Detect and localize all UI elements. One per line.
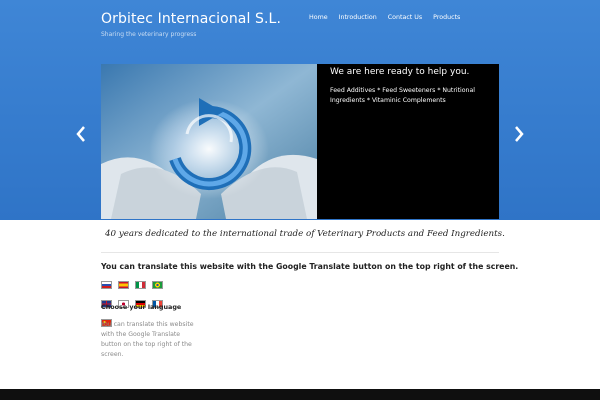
nav-item-products[interactable]: Products bbox=[433, 14, 460, 21]
site-tagline: Sharing the veterinary progress bbox=[101, 31, 197, 38]
flag-italian-icon[interactable] bbox=[135, 281, 147, 289]
translate-heading: You can translate this website with the … bbox=[101, 262, 519, 271]
flag-portuguese-icon[interactable] bbox=[152, 281, 164, 289]
slider-next-button[interactable] bbox=[512, 124, 526, 144]
caption-title: We are here ready to help you. bbox=[330, 67, 470, 77]
translate-note: You can translate this website with the … bbox=[101, 321, 194, 358]
nav-item-introduction[interactable]: Introduction bbox=[339, 14, 377, 21]
slide-caption: We are here ready to help you. Feed Addi… bbox=[317, 64, 499, 219]
hands-refresh-illustration bbox=[101, 64, 317, 219]
flag-spanish-icon[interactable] bbox=[118, 281, 130, 289]
nav-item-contact-us[interactable]: Contact Us bbox=[388, 14, 422, 21]
flag-russian-icon[interactable] bbox=[101, 281, 112, 289]
hero-slider[interactable]: We are here ready to help you. Feed Addi… bbox=[101, 64, 499, 219]
nav-item-home[interactable]: Home bbox=[309, 14, 328, 21]
chevron-right-icon bbox=[515, 126, 524, 142]
slider-prev-button[interactable] bbox=[74, 124, 88, 144]
choose-language-label: Choose your language bbox=[101, 303, 182, 311]
slide-image bbox=[101, 64, 317, 219]
divider bbox=[101, 252, 499, 253]
chevron-left-icon bbox=[76, 126, 85, 142]
site-title[interactable]: Orbitec Internacional S.L. bbox=[101, 11, 281, 27]
caption-text: Feed Additives * Feed Sweeteners * Nutri… bbox=[330, 87, 475, 104]
main-nav: Home Introduction Contact Us Products bbox=[309, 14, 471, 21]
mission-statement: 40 years dedicated to the international … bbox=[105, 229, 505, 239]
site-footer bbox=[0, 389, 600, 400]
